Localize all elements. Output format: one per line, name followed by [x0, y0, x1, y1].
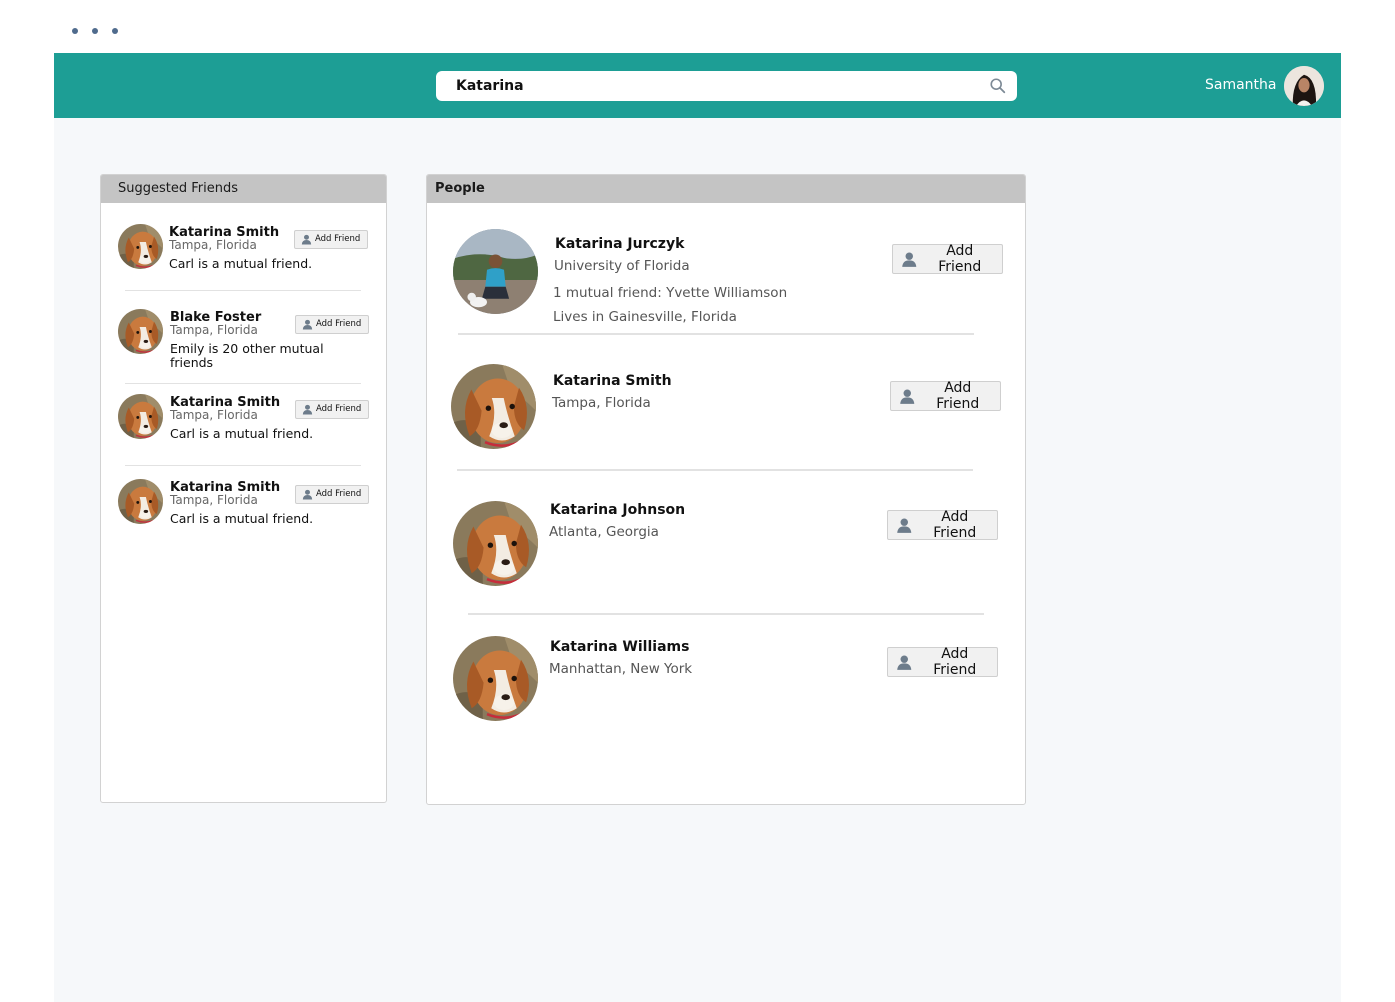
avatar[interactable] — [453, 229, 538, 314]
add-friend-button[interactable]: Add Friend — [890, 380, 1001, 412]
friend-location: Tampa, Florida — [170, 408, 258, 422]
avatar[interactable] — [1284, 66, 1324, 106]
person-icon — [896, 517, 913, 534]
add-friend-button[interactable]: Add Friend — [295, 315, 369, 334]
avatar[interactable] — [118, 224, 163, 269]
person-icon — [896, 654, 913, 671]
hiker-photo — [453, 229, 538, 314]
person-icon — [301, 234, 312, 245]
window-dot — [92, 28, 98, 34]
dog-photo — [118, 309, 163, 354]
add-friend-label: Add Friend — [938, 243, 982, 275]
window-dot — [112, 28, 118, 34]
search-box[interactable] — [436, 71, 1017, 101]
divider — [125, 465, 361, 466]
window-dots — [72, 28, 118, 34]
divider — [125, 290, 361, 291]
search-icon[interactable] — [989, 77, 1007, 95]
person-icon — [302, 319, 313, 330]
avatar[interactable] — [451, 364, 536, 449]
person-location: Manhattan, New York — [549, 661, 693, 677]
avatar[interactable] — [453, 636, 538, 721]
person-residence: Lives in Gainesville, Florida — [553, 309, 737, 325]
divider — [457, 469, 973, 471]
person-icon — [302, 489, 313, 500]
people-title: People — [427, 175, 1025, 203]
suggested-friends-title: Suggested Friends — [101, 175, 386, 203]
avatar[interactable] — [118, 309, 163, 354]
window-dot — [72, 28, 78, 34]
add-friend-label: Add Friend — [933, 509, 977, 541]
divider — [125, 383, 361, 384]
add-friend-button[interactable]: Add Friend — [295, 400, 369, 419]
search-input[interactable] — [436, 71, 976, 101]
add-friend-label: Add Friend — [316, 404, 362, 414]
mutual-friends-text: Carl is a mutual friend. — [170, 426, 314, 441]
add-friend-button[interactable]: Add Friend — [295, 485, 369, 504]
add-friend-label: Add Friend — [936, 380, 980, 412]
user-name[interactable]: Samantha — [1205, 77, 1277, 93]
avatar[interactable] — [118, 394, 163, 439]
friend-location: Tampa, Florida — [170, 493, 258, 507]
person-name[interactable]: Katarina Smith — [553, 373, 672, 389]
person-school: University of Florida — [554, 258, 690, 274]
friend-location: Tampa, Florida — [169, 238, 257, 252]
suggested-friends-panel: Suggested Friends Katarina Smith Tampa, … — [100, 174, 387, 803]
dog-photo — [118, 224, 163, 269]
person-icon — [899, 388, 916, 405]
person-location: Atlanta, Georgia — [549, 524, 659, 540]
add-friend-label: Add Friend — [315, 234, 361, 244]
add-friend-button[interactable]: Add Friend — [887, 509, 998, 541]
user-photo — [1284, 66, 1324, 106]
app-window: Samantha Suggested Friends Katarina Smit… — [54, 53, 1341, 1002]
dog-photo — [451, 364, 536, 449]
person-name[interactable]: Katarina Jurczyk — [555, 236, 684, 252]
mutual-friends-text: Emily is 20 other mutual friends — [170, 341, 324, 370]
add-friend-label: Add Friend — [933, 646, 977, 678]
person-name[interactable]: Katarina Williams — [550, 639, 689, 655]
add-friend-label: Add Friend — [316, 319, 362, 329]
person-name[interactable]: Katarina Johnson — [550, 502, 685, 518]
avatar[interactable] — [453, 501, 538, 586]
person-location: Tampa, Florida — [552, 395, 651, 411]
dog-photo — [453, 636, 538, 721]
top-bar: Samantha — [54, 53, 1341, 118]
person-icon — [901, 251, 918, 268]
mutual-friends-text: Carl is a mutual friend. — [169, 256, 313, 271]
add-friend-button[interactable]: Add Friend — [887, 646, 998, 678]
divider — [468, 613, 984, 615]
people-panel: People Katarina Jurczyk University of Fl… — [426, 174, 1026, 805]
add-friend-label: Add Friend — [316, 489, 362, 499]
add-friend-button[interactable]: Add Friend — [294, 230, 368, 249]
dog-photo — [453, 501, 538, 586]
dog-photo — [118, 479, 163, 524]
divider — [458, 333, 974, 335]
add-friend-button[interactable]: Add Friend — [892, 243, 1003, 275]
mutual-friends-text: Carl is a mutual friend. — [170, 511, 314, 526]
person-icon — [302, 404, 313, 415]
mutual-friends-text: 1 mutual friend: Yvette Williamson — [553, 285, 788, 301]
avatar[interactable] — [118, 479, 163, 524]
dog-photo — [118, 394, 163, 439]
friend-location: Tampa, Florida — [170, 323, 258, 337]
